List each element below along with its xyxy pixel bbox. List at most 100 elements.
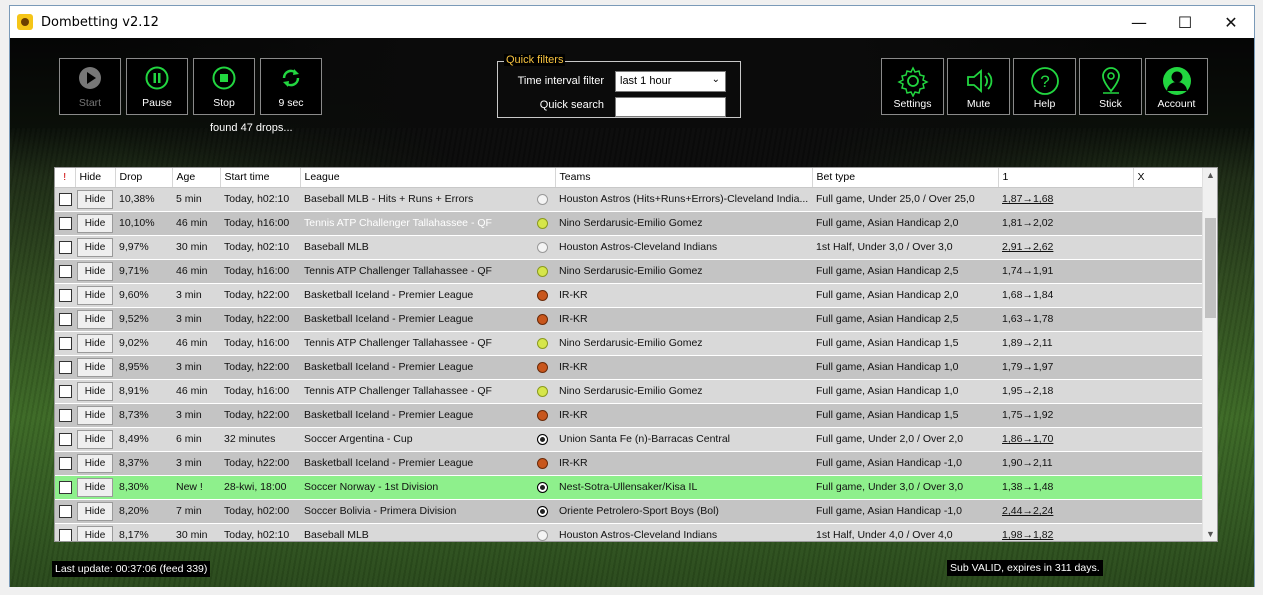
table-row[interactable]: Hide 8,91% 46 min Today, h16:00 Tennis ATP C… bbox=[55, 379, 1217, 404]
start-time-cell: Today, h16:00 bbox=[220, 259, 300, 284]
refresh-button[interactable]: 9 sec bbox=[260, 58, 322, 115]
stick-button[interactable]: Stick bbox=[1079, 58, 1142, 115]
hide-button[interactable]: Hide bbox=[77, 501, 113, 521]
odds-1-cell[interactable]: 1,86→1,70 bbox=[998, 427, 1134, 452]
odds-1-cell[interactable]: 1,87→1,68 bbox=[998, 187, 1134, 212]
quick-search-input[interactable] bbox=[615, 97, 726, 117]
league-cell: Tennis ATP Challenger Tallahassee - QF bbox=[300, 379, 535, 404]
close-button[interactable]: ✕ bbox=[1208, 6, 1254, 38]
table-row[interactable]: Hide 9,97% 30 min Today, h02:10 Baseball MLB… bbox=[55, 235, 1217, 260]
table-row[interactable]: Hide 8,20% 7 min Today, h02:00 Soccer Bolivi… bbox=[55, 499, 1217, 524]
table-row[interactable]: Hide 9,52% 3 min Today, h22:00 Basketball Ic… bbox=[55, 307, 1217, 332]
header-hide[interactable]: Hide bbox=[75, 168, 116, 188]
odds-1-cell[interactable]: 2,91→2,62 bbox=[998, 235, 1134, 260]
time-interval-select[interactable]: last 1 hour ⌄ bbox=[615, 71, 726, 92]
age-cell: 30 min bbox=[172, 523, 220, 541]
hide-button[interactable]: Hide bbox=[77, 333, 113, 353]
bet-type-cell: Full game, Asian Handicap 2,5 bbox=[812, 259, 999, 284]
row-hide-cell: Hide bbox=[75, 379, 115, 404]
scroll-down-icon[interactable]: ▼ bbox=[1203, 529, 1217, 539]
pause-button[interactable]: Pause bbox=[126, 58, 188, 115]
table-row[interactable]: Hide 8,17% 30 min Today, h02:10 Baseball MLB… bbox=[55, 523, 1217, 541]
row-checkbox[interactable] bbox=[59, 192, 72, 206]
hide-button[interactable]: Hide bbox=[77, 237, 113, 257]
header-bet-type[interactable]: Bet type bbox=[812, 168, 999, 188]
table-row[interactable]: Hide 8,49% 6 min 32 minutes Soccer Argentina… bbox=[55, 427, 1217, 452]
table-header-row: ! Hide Drop Age Start time League Teams … bbox=[55, 168, 1217, 188]
table-row[interactable]: Hide 8,73% 3 min Today, h22:00 Basketball Ic… bbox=[55, 403, 1217, 428]
maximize-button[interactable]: ☐ bbox=[1162, 6, 1208, 38]
row-checkbox[interactable] bbox=[59, 408, 72, 422]
odds-1-cell: 1,63→1,78 bbox=[998, 307, 1134, 332]
table-row[interactable]: Hide 10,10% 46 min Today, h16:00 Tennis ATP … bbox=[55, 211, 1217, 236]
row-checkbox[interactable] bbox=[59, 360, 72, 374]
odds-1-cell[interactable]: 1,98→1,82 bbox=[998, 523, 1134, 541]
age-cell: 46 min bbox=[172, 379, 220, 404]
row-hide-cell: Hide bbox=[75, 307, 115, 332]
account-button[interactable]: Account bbox=[1145, 58, 1208, 115]
scrollbar-thumb[interactable] bbox=[1205, 218, 1216, 318]
row-checkbox[interactable] bbox=[59, 456, 72, 470]
table-row[interactable]: Hide 9,02% 46 min Today, h16:00 Tennis ATP C… bbox=[55, 331, 1217, 356]
hide-button[interactable]: Hide bbox=[77, 261, 113, 281]
hide-button[interactable]: Hide bbox=[77, 189, 113, 209]
row-checkbox[interactable] bbox=[59, 216, 72, 230]
row-checkbox-cell bbox=[55, 427, 75, 452]
row-checkbox-cell bbox=[55, 475, 75, 500]
table-row[interactable]: Hide 9,60% 3 min Today, h22:00 Basketball Ic… bbox=[55, 283, 1217, 308]
row-checkbox[interactable] bbox=[59, 432, 72, 446]
tennis-ball-icon bbox=[537, 385, 548, 397]
mute-button[interactable]: Mute bbox=[947, 58, 1010, 115]
hide-button[interactable]: Hide bbox=[77, 213, 113, 233]
start-time-cell: Today, h02:10 bbox=[220, 235, 300, 260]
row-checkbox[interactable] bbox=[59, 504, 72, 518]
row-checkbox-cell bbox=[55, 235, 75, 260]
hide-button[interactable]: Hide bbox=[77, 525, 113, 541]
header-age[interactable]: Age bbox=[172, 168, 221, 188]
start-time-cell: Today, h22:00 bbox=[220, 451, 300, 476]
start-button[interactable]: Start bbox=[59, 58, 121, 115]
title-bar: Dombetting v2.12 — ☐ ✕ bbox=[10, 6, 1254, 38]
odds-x-cell bbox=[1133, 451, 1204, 476]
row-checkbox[interactable] bbox=[59, 312, 72, 326]
row-checkbox[interactable] bbox=[59, 264, 72, 278]
hide-button[interactable]: Hide bbox=[77, 285, 113, 305]
row-checkbox[interactable] bbox=[59, 336, 72, 350]
row-hide-cell: Hide bbox=[75, 187, 115, 212]
hide-button[interactable]: Hide bbox=[77, 357, 113, 377]
header-drop[interactable]: Drop bbox=[115, 168, 173, 188]
stop-button[interactable]: Stop bbox=[193, 58, 255, 115]
table-row[interactable]: Hide 10,38% 5 min Today, h02:10 Baseball MLB… bbox=[55, 187, 1217, 212]
header-odds-x[interactable]: X bbox=[1133, 168, 1204, 188]
hide-button[interactable]: Hide bbox=[77, 477, 113, 497]
hide-button[interactable]: Hide bbox=[77, 429, 113, 449]
basketball-ball-icon bbox=[537, 313, 548, 325]
minimize-button[interactable]: — bbox=[1116, 6, 1162, 38]
hide-button[interactable]: Hide bbox=[77, 309, 113, 329]
header-odds-1[interactable]: 1 bbox=[998, 168, 1134, 188]
vertical-scrollbar[interactable]: ▲ ▼ bbox=[1202, 168, 1217, 541]
table-row[interactable]: Hide 8,95% 3 min Today, h22:00 Basketball Ic… bbox=[55, 355, 1217, 380]
header-teams[interactable]: Teams bbox=[555, 168, 813, 188]
scroll-up-icon[interactable]: ▲ bbox=[1203, 170, 1217, 180]
odds-1-cell[interactable]: 2,44→2,24 bbox=[998, 499, 1134, 524]
help-button[interactable]: ? Help bbox=[1013, 58, 1076, 115]
baseball-ball-icon bbox=[537, 193, 548, 205]
hide-button[interactable]: Hide bbox=[77, 453, 113, 473]
row-checkbox[interactable] bbox=[59, 288, 72, 302]
table-row[interactable]: Hide 8,37% 3 min Today, h22:00 Basketball Ic… bbox=[55, 451, 1217, 476]
header-flag[interactable]: ! bbox=[55, 168, 76, 188]
row-checkbox[interactable] bbox=[59, 384, 72, 398]
table-row[interactable]: Hide 9,71% 46 min Today, h16:00 Tennis ATP C… bbox=[55, 259, 1217, 284]
row-checkbox[interactable] bbox=[59, 240, 72, 254]
svg-text:?: ? bbox=[1040, 72, 1049, 91]
bet-type-cell: Full game, Asian Handicap -1,0 bbox=[812, 451, 999, 476]
settings-button[interactable]: Settings bbox=[881, 58, 944, 115]
header-league[interactable]: League bbox=[300, 168, 556, 188]
hide-button[interactable]: Hide bbox=[77, 381, 113, 401]
row-checkbox[interactable] bbox=[59, 480, 72, 494]
row-checkbox[interactable] bbox=[59, 528, 72, 541]
header-start-time[interactable]: Start time bbox=[220, 168, 301, 188]
table-row[interactable]: Hide 8,30% New ! 28-kwi, 18:00 Soccer Norway… bbox=[55, 475, 1217, 500]
hide-button[interactable]: Hide bbox=[77, 405, 113, 425]
